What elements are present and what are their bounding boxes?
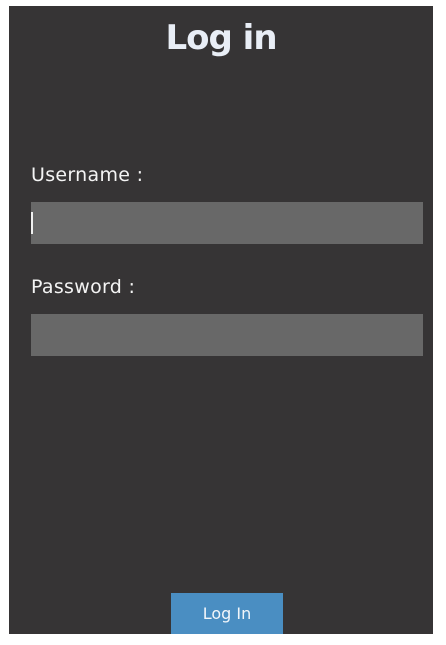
password-label: Password : bbox=[31, 276, 136, 298]
password-input[interactable] bbox=[31, 314, 423, 356]
username-input[interactable] bbox=[31, 202, 423, 244]
login-button[interactable]: Log In bbox=[171, 593, 283, 634]
username-label: Username : bbox=[31, 164, 144, 186]
login-panel: Log in Username : Password : Log In bbox=[9, 6, 433, 634]
page-title: Log in bbox=[165, 18, 277, 58]
text-cursor bbox=[31, 212, 33, 234]
